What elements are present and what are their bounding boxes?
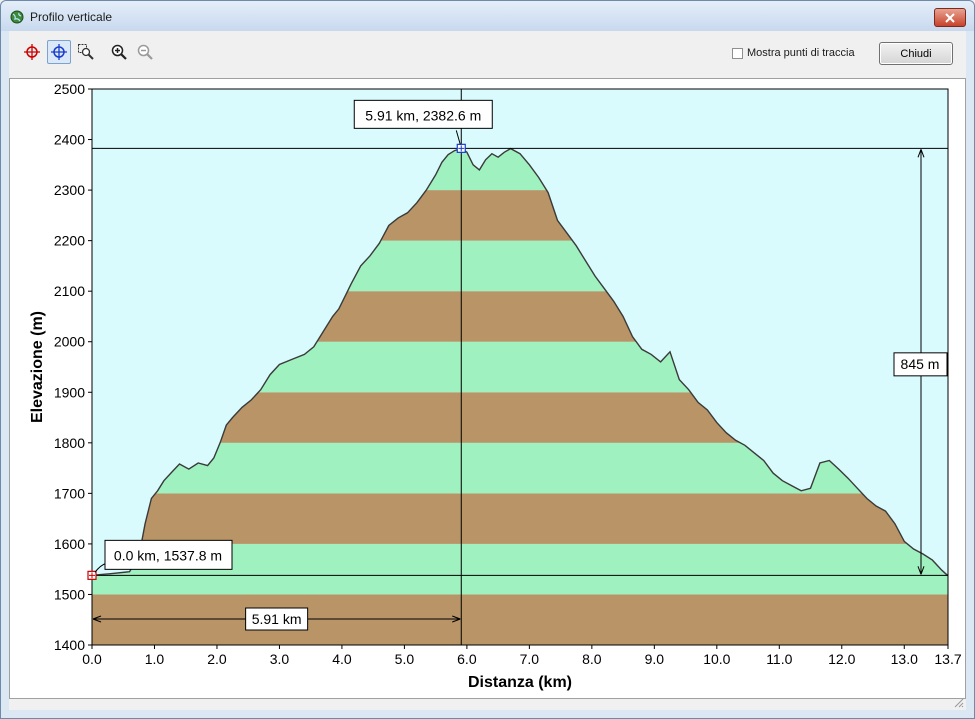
crosshair-tool-button[interactable] <box>20 40 44 64</box>
y-tick-label: 2400 <box>54 132 85 148</box>
x-tick-label: 0.0 <box>82 651 102 667</box>
resize-grip-icon[interactable] <box>952 696 964 708</box>
x-tick-label: 13.0 <box>891 651 918 667</box>
checkbox-box[interactable] <box>732 47 743 59</box>
x-tick-label: 4.0 <box>332 651 352 667</box>
x-tick-label: 9.0 <box>645 651 665 667</box>
show-track-points-checkbox[interactable]: Mostra punti di traccia <box>732 47 855 59</box>
y-tick-label: 1600 <box>54 536 85 552</box>
y-tick-label: 2000 <box>54 334 85 350</box>
x-tick-label: 1.0 <box>145 651 165 667</box>
close-button[interactable]: Chiudi <box>879 42 953 65</box>
elevation-band <box>92 594 948 645</box>
globe-icon <box>10 10 24 24</box>
y-tick-label: 2100 <box>54 283 85 299</box>
zoom-out-icon <box>137 44 153 60</box>
y-axis-label: Elevazione (m) <box>29 311 46 423</box>
elevation-band <box>92 493 948 544</box>
y-tick-label: 1400 <box>54 637 85 653</box>
zoom-in-icon <box>111 44 127 60</box>
elevation-profile-chart[interactable]: 1400 1500 1600 1700 1800 1900 2000 2100 2200 2300… <box>10 79 965 698</box>
window-title: Profilo verticale <box>30 10 113 24</box>
x-tick-label: 2.0 <box>207 651 227 667</box>
close-icon <box>945 12 955 23</box>
title-bar[interactable]: Profilo verticale <box>1 1 974 31</box>
x-axis-label: Distanza (km) <box>468 674 572 691</box>
y-tick-label: 2300 <box>54 182 85 198</box>
y-tick-label: 1900 <box>54 384 85 400</box>
y-tick-label: 1700 <box>54 485 85 501</box>
zoom-rect-tool-button[interactable] <box>74 40 98 64</box>
x-tick-label: 11.0 <box>766 651 792 667</box>
start-callout-label: 0.0 km, 1537.8 m <box>114 547 222 563</box>
x-tick-label: 5.0 <box>395 651 415 667</box>
show-track-points-label: Mostra punti di traccia <box>747 47 855 59</box>
window-close-button[interactable] <box>934 8 966 27</box>
x-tick-label: 13.7 <box>934 651 961 667</box>
x-tick-label: 7.0 <box>520 651 540 667</box>
distance-label: 5.91 km <box>252 611 302 627</box>
y-tick-label: 1500 <box>54 586 85 602</box>
zoom-rect-icon <box>78 44 94 60</box>
zoom-in-button[interactable] <box>107 40 131 64</box>
client-area: Mostra punti di traccia Chiudi 1400 1500 1… <box>9 31 966 710</box>
window: Profilo verticale Mostra punti di tracci… <box>0 0 975 719</box>
cursor-crosshair-icon <box>51 44 67 60</box>
x-tick-label: 6.0 <box>457 651 477 667</box>
y-tick-label: 2500 <box>54 81 85 97</box>
x-tick-label: 10.0 <box>703 651 730 667</box>
crosshair-icon <box>24 44 40 60</box>
peak-callout-label: 5.91 km, 2382.6 m <box>365 107 481 123</box>
x-tick-label: 8.0 <box>582 651 602 667</box>
plot-frame: 1400 1500 1600 1700 1800 1900 2000 2100 2200 2300… <box>9 78 966 699</box>
x-tick-label: 12.0 <box>828 651 855 667</box>
x-tick-label: 3.0 <box>270 651 290 667</box>
cursor-crosshair-tool-button[interactable] <box>47 40 71 64</box>
elevation-gain-label: 845 m <box>901 356 940 372</box>
y-tick-label: 1800 <box>54 435 85 451</box>
y-tick-label: 2200 <box>54 233 85 249</box>
zoom-out-button[interactable] <box>133 40 157 64</box>
